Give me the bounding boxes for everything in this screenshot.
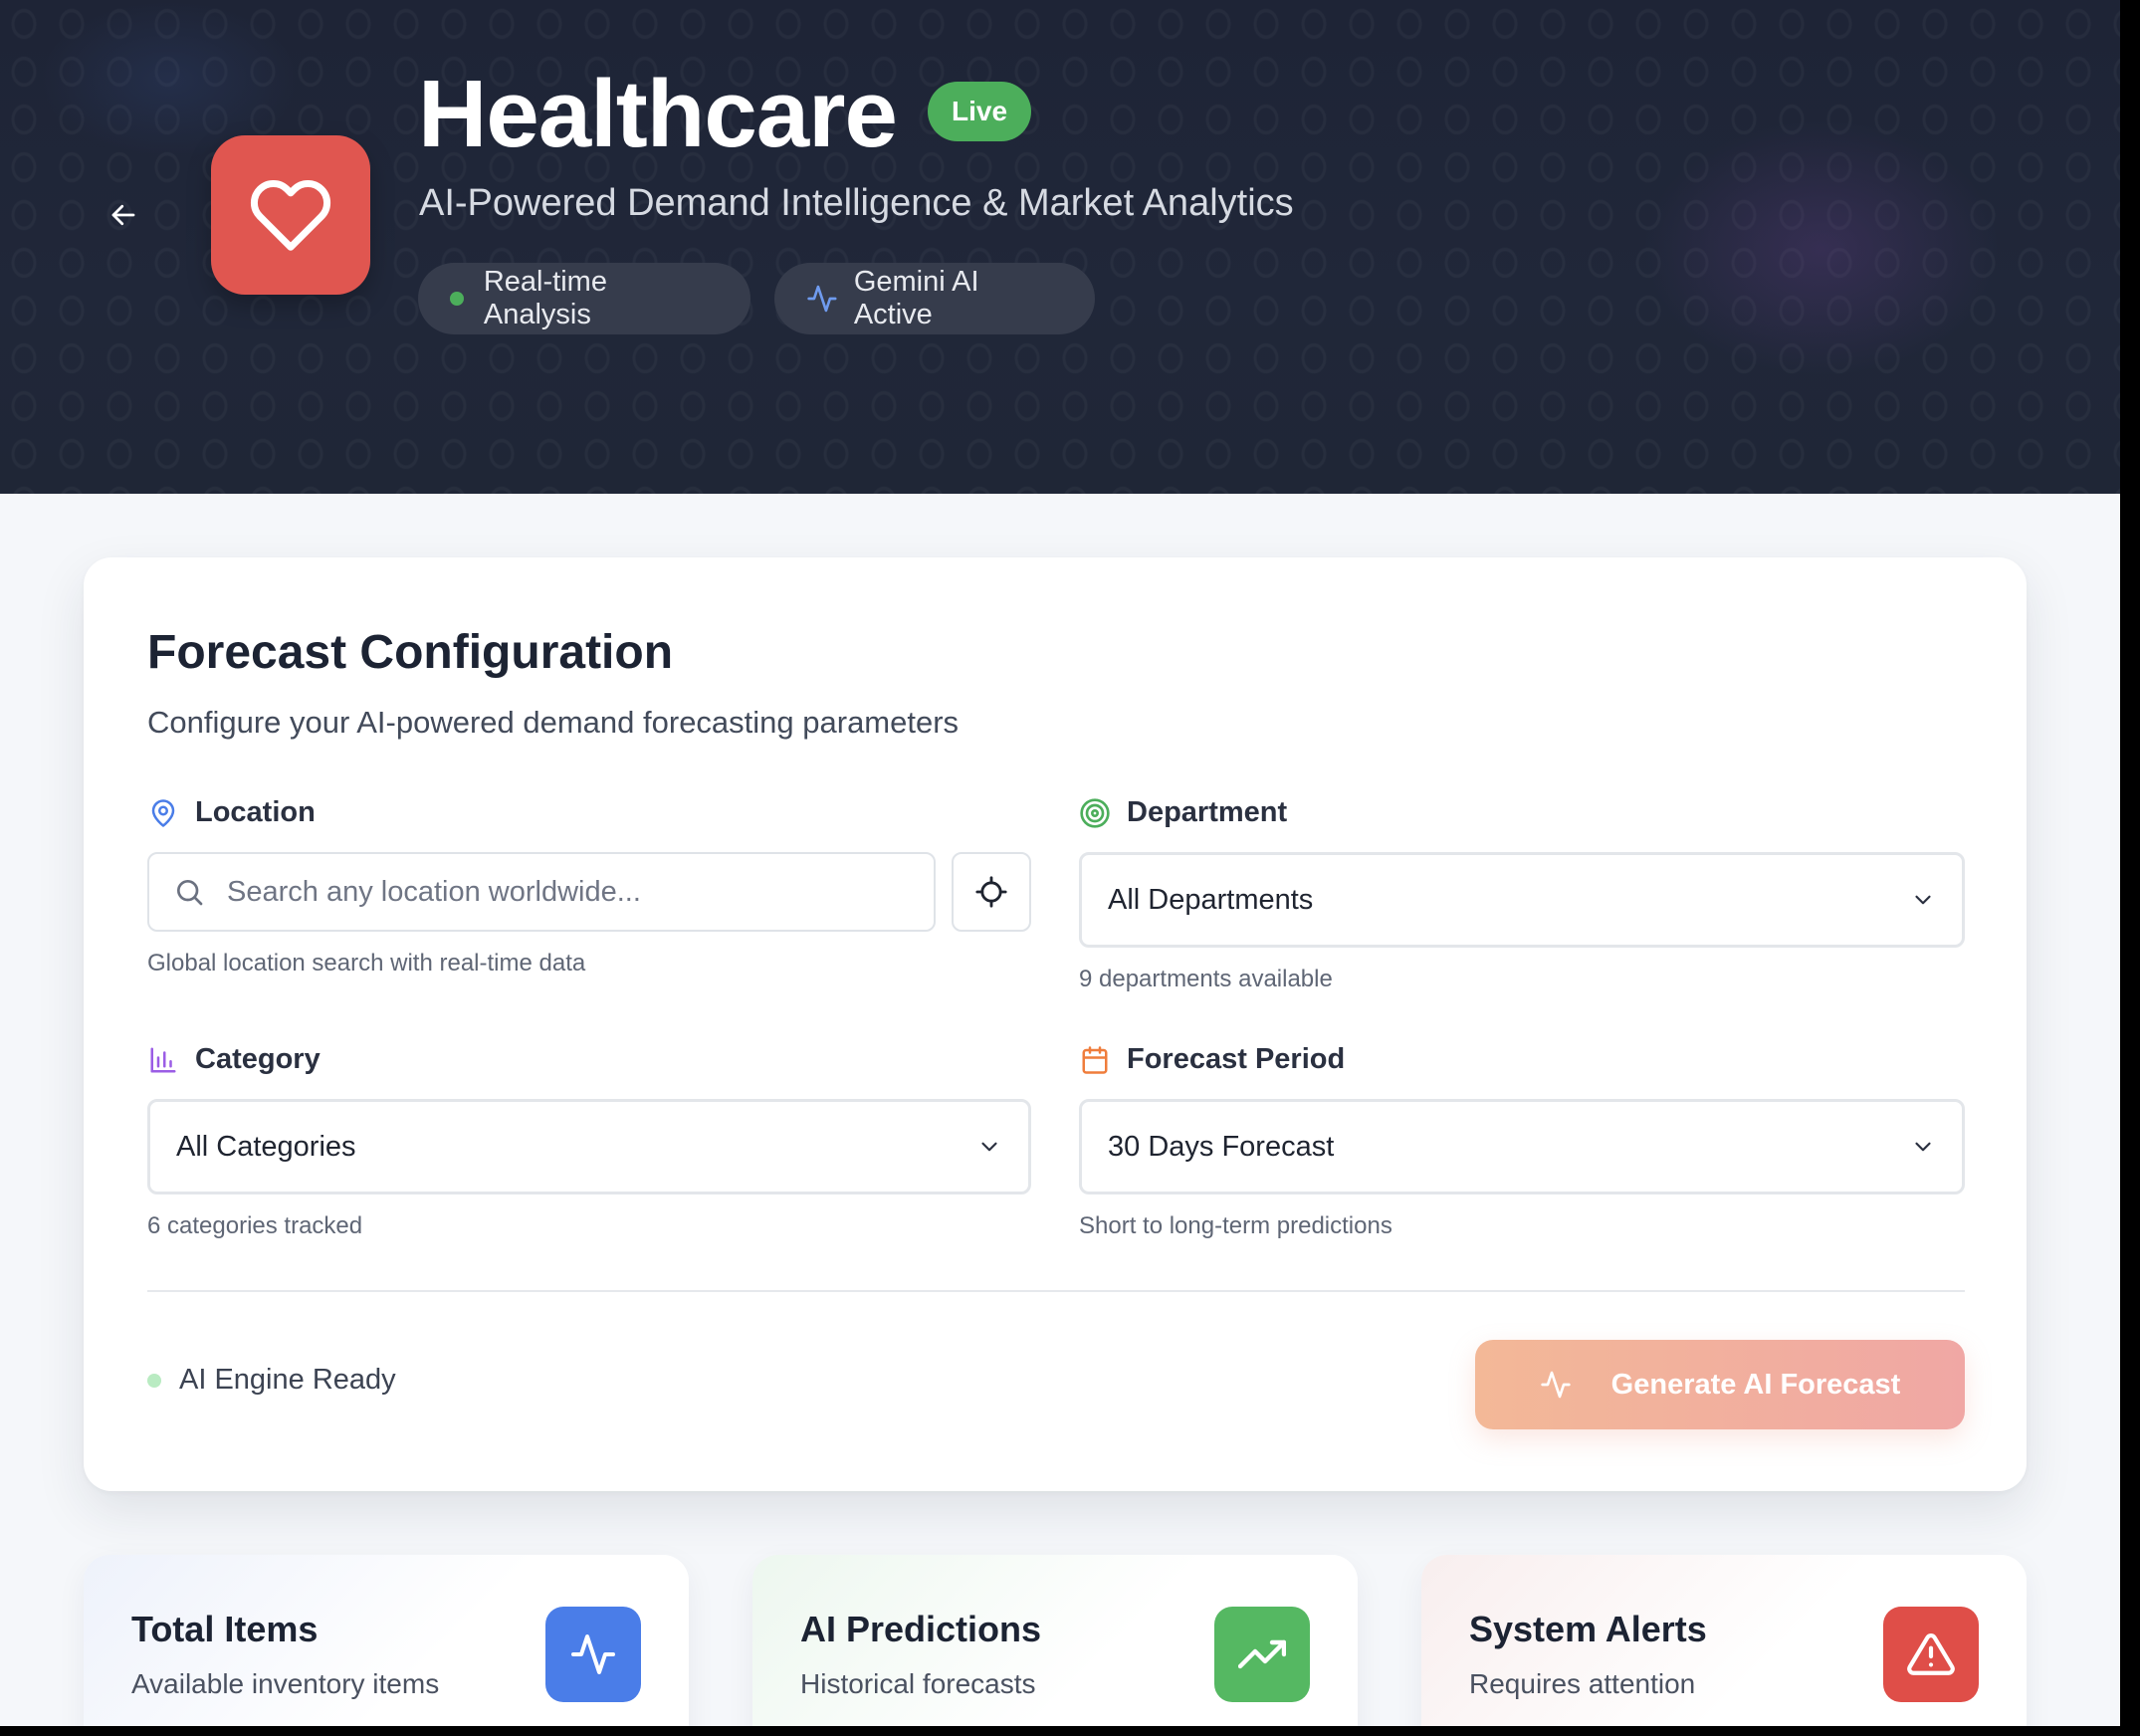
page-title: Healthcare	[418, 61, 898, 167]
generate-forecast-label: Generate AI Forecast	[1610, 1368, 1901, 1401]
stat-subtitle: Historical forecasts	[800, 1668, 1036, 1699]
category-label: Category	[147, 1043, 321, 1076]
location-search-input[interactable]	[227, 875, 934, 909]
section-title: Forecast Configuration	[147, 626, 674, 679]
activity-icon	[807, 285, 837, 313]
activity-icon	[545, 1607, 641, 1702]
forecast-period-selected-value: 30 Days Forecast	[1108, 1130, 1335, 1163]
pill-label: Gemini AI Active	[853, 266, 979, 330]
status-dot-icon	[147, 1373, 161, 1388]
arrow-left-icon	[111, 204, 135, 226]
target-icon	[1079, 797, 1111, 829]
category-select[interactable]: All Categories	[147, 1099, 1031, 1194]
search-icon	[177, 880, 203, 906]
stat-subtitle: Requires attention	[1469, 1668, 1696, 1699]
hero-glow	[1642, 119, 2001, 378]
stat-subtitle: Available inventory items	[131, 1668, 440, 1699]
back-button[interactable]	[104, 195, 143, 235]
activity-icon	[1540, 1369, 1572, 1401]
chevron-down-icon	[981, 1142, 997, 1152]
ai-engine-status: AI Engine Ready	[147, 1364, 396, 1397]
live-badge: Live	[928, 82, 1032, 141]
stat-title: Total Items	[131, 1609, 319, 1649]
location-helper-text: Global location search with real-time da…	[147, 950, 586, 976]
forecast-period-select[interactable]: 30 Days Forecast	[1079, 1099, 1965, 1194]
stat-card-system-alerts: System Alerts Requires attention	[1421, 1555, 2027, 1726]
location-label: Location	[147, 796, 316, 829]
gemini-ai-pill: Gemini AI Active	[774, 263, 1095, 334]
forecast-period-label: Forecast Period	[1079, 1043, 1345, 1076]
app-viewport: Healthcare Live AI-Powered Demand Intell…	[0, 0, 2120, 1726]
stat-card-total-items: Total Items Available inventory items	[84, 1555, 689, 1726]
chevron-down-icon	[1915, 1142, 1931, 1152]
stat-title: System Alerts	[1469, 1609, 1707, 1649]
category-logo	[211, 135, 370, 295]
alert-triangle-icon	[1883, 1607, 1979, 1702]
map-pin-icon	[147, 797, 179, 829]
bar-chart-icon	[147, 1044, 179, 1076]
hero-header: Healthcare Live AI-Powered Demand Intell…	[0, 0, 2120, 494]
crosshair-icon	[975, 876, 1007, 908]
department-select[interactable]: All Departments	[1079, 852, 1965, 948]
department-label: Department	[1079, 796, 1287, 829]
location-search-field[interactable]	[147, 852, 936, 932]
trending-up-icon	[1214, 1607, 1310, 1702]
generate-forecast-button[interactable]: Generate AI Forecast	[1475, 1340, 1965, 1429]
category-selected-value: All Categories	[176, 1130, 356, 1163]
forecast-period-helper-text: Short to long-term predictions	[1079, 1212, 1392, 1239]
category-helper-text: 6 categories tracked	[147, 1212, 363, 1239]
use-current-location-button[interactable]	[952, 852, 1031, 932]
stat-title: AI Predictions	[800, 1609, 1042, 1649]
ai-engine-status-label: AI Engine Ready	[179, 1364, 396, 1396]
stat-card-ai-predictions: AI Predictions Historical forecasts	[752, 1555, 1358, 1726]
page-subtitle: AI-Powered Demand Intelligence & Market …	[419, 182, 1294, 224]
forecast-configuration-card: Forecast Configuration Configure your AI…	[84, 557, 2027, 1491]
heart-icon	[250, 180, 331, 251]
realtime-analysis-pill: Real-time Analysis	[418, 263, 750, 334]
pill-label: Real-time Analysis	[483, 266, 607, 330]
chevron-down-icon	[1915, 895, 1931, 905]
department-selected-value: All Departments	[1108, 883, 1314, 916]
calendar-icon	[1079, 1044, 1111, 1076]
department-helper-text: 9 departments available	[1079, 966, 1333, 992]
section-subtitle: Configure your AI-powered demand forecas…	[147, 705, 960, 740]
divider	[147, 1290, 1965, 1292]
status-dot-icon	[450, 292, 464, 306]
